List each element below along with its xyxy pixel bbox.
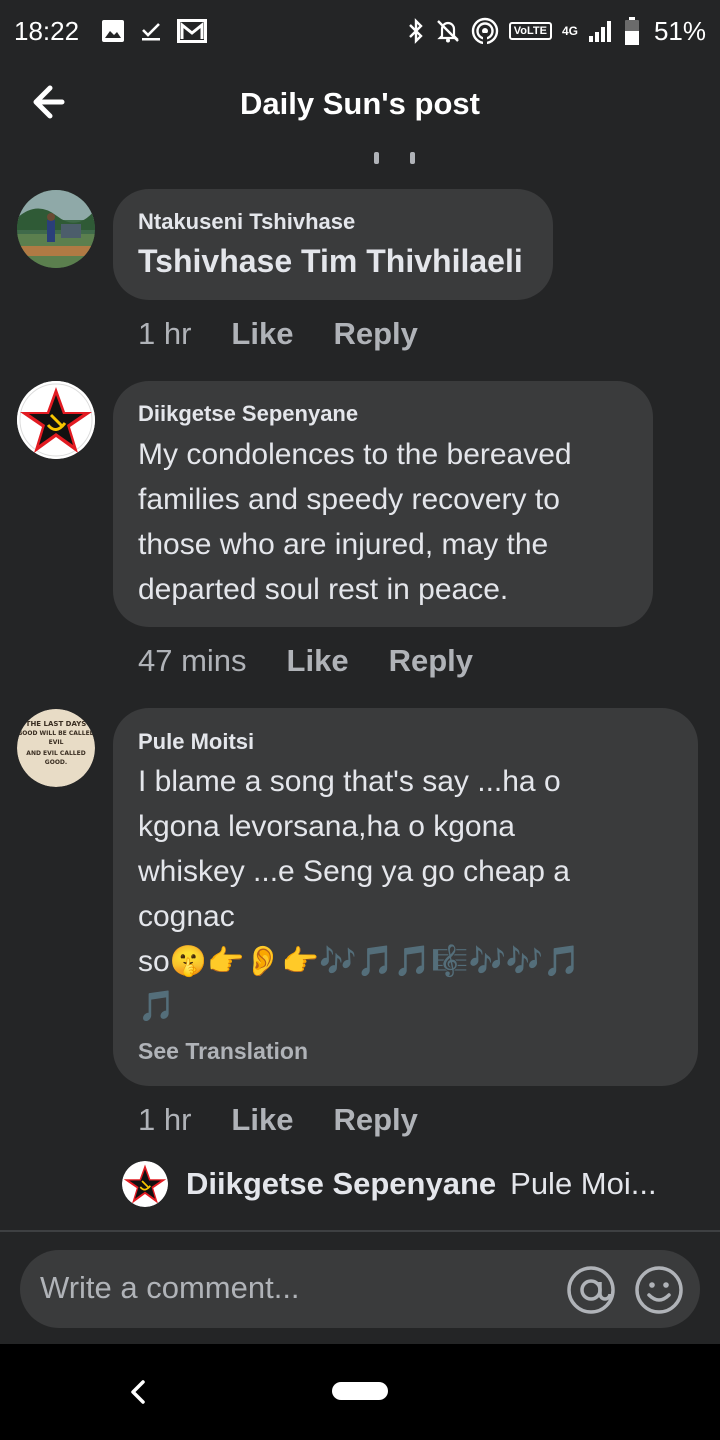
comment-author[interactable]: Ntakuseni Tshivhase <box>138 209 355 235</box>
avatar[interactable]: THE LAST DAYS GOOD WILL BE CALLED EVIL A… <box>17 709 95 787</box>
status-bar: 18:22 VoLTE 4G 51% <box>0 0 720 62</box>
notifications-off-icon <box>435 18 461 44</box>
comment-composer[interactable]: Write a comment... <box>20 1250 700 1328</box>
like-button[interactable]: Like <box>231 316 293 352</box>
volte-badge: VoLTE <box>508 22 552 40</box>
hotspot-icon <box>471 17 499 45</box>
nav-home-pill[interactable] <box>332 1382 388 1400</box>
gmail-icon <box>177 19 208 43</box>
comment-author[interactable]: Diikgetse Sepenyane <box>138 401 358 427</box>
avatar-badge-line: GOOD. <box>45 759 67 766</box>
comment-meta: 47 mins Like Reply <box>138 643 513 679</box>
status-notification-icons <box>101 19 208 43</box>
divider <box>0 1230 720 1232</box>
avatar[interactable] <box>17 190 95 268</box>
like-button[interactable]: Like <box>287 643 349 679</box>
comment-time: 1 hr <box>138 316 192 351</box>
comment-time: 1 hr <box>138 1102 192 1137</box>
reply-snippet: Pule Moi... <box>510 1166 657 1201</box>
battery-icon <box>624 17 640 45</box>
comment-text: I blame a song that's say ...ha o kgona … <box>138 765 581 1023</box>
page-title: Daily Sun's post <box>240 86 480 121</box>
like-button[interactable]: Like <box>231 1102 293 1138</box>
smiley-icon <box>635 1266 683 1314</box>
status-time: 18:22 <box>14 15 80 46</box>
system-nav-bar <box>0 1344 720 1440</box>
avatar-badge-line: EVIL <box>49 739 64 746</box>
download-done-icon <box>139 19 163 43</box>
emoji-button[interactable] <box>634 1265 684 1315</box>
chevron-left-icon <box>131 1380 145 1404</box>
comment-meta: 1 hr Like Reply <box>138 1102 458 1138</box>
mention-button[interactable] <box>566 1265 616 1315</box>
reply-preview[interactable]: Diikgetse Sepenyane Pule Moi... <box>122 1160 657 1208</box>
network-type: 4G <box>561 23 578 38</box>
avatar[interactable] <box>17 381 95 459</box>
app-header: Daily Sun's post <box>0 62 720 146</box>
comment-author[interactable]: Pule Moitsi <box>138 729 254 755</box>
image-icon <box>101 19 125 43</box>
reply-author: Diikgetse Sepenyane <box>186 1166 497 1201</box>
reply-button[interactable]: Reply <box>389 643 473 679</box>
battery-percent: 51% <box>653 15 706 46</box>
comment-input[interactable]: Write a comment... <box>40 1270 300 1306</box>
reply-button[interactable]: Reply <box>333 316 417 352</box>
status-system-icons: VoLTE 4G 51% <box>407 16 706 47</box>
bluetooth-icon <box>407 18 425 44</box>
comment-text: Tshivhase Tim Thivhilaeli <box>138 243 523 279</box>
avatar-badge-line: THE LAST DAYS <box>26 720 87 728</box>
avatar <box>122 1161 168 1207</box>
comment-meta: 1 hr Like Reply <box>138 316 458 352</box>
comment-time: 47 mins <box>138 643 247 678</box>
signal-icon <box>588 20 614 42</box>
avatar-badge-line: AND EVIL CALLED <box>26 750 85 757</box>
see-translation-link[interactable]: See Translation <box>138 1038 308 1065</box>
nav-back-button[interactable] <box>124 1376 154 1408</box>
avatar-badge-line: GOOD WILL BE CALLED <box>17 730 94 737</box>
at-sign-icon <box>567 1266 615 1314</box>
reply-button[interactable]: Reply <box>333 1102 417 1138</box>
comment-text: My condolences to the bereaved families … <box>138 438 572 606</box>
previous-comment-remnant <box>370 148 420 164</box>
